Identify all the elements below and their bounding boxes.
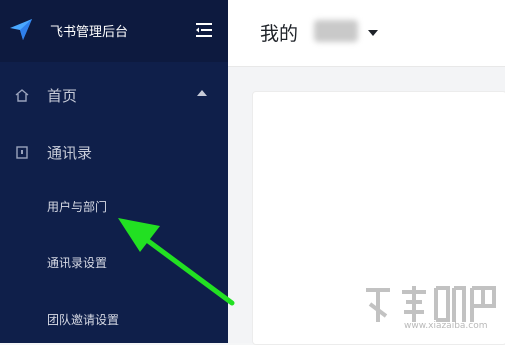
sidebar-item-label: 通讯录 xyxy=(47,144,93,162)
sidebar-item-home[interactable]: 首页 xyxy=(0,76,228,116)
sidebar-subitem-contacts-settings[interactable]: 通讯录设置 xyxy=(0,246,228,280)
contacts-icon xyxy=(16,146,28,159)
chevron-up-icon xyxy=(197,90,207,96)
topbar: 我的 xyxy=(228,0,505,67)
sidebar-item-label: 首页 xyxy=(47,87,78,105)
blurred-tenant-name xyxy=(314,20,358,42)
sidebar: 飞书管理后台 首页 通讯录 用户与部门 通讯录设置 团队邀请设置 xyxy=(0,0,228,343)
sidebar-subitem-label: 通讯录设置 xyxy=(47,256,108,270)
paper-plane-logo-icon xyxy=(10,19,32,40)
sidebar-subitem-label: 用户与部门 xyxy=(47,200,108,214)
menu-collapse-icon[interactable] xyxy=(194,22,214,38)
sidebar-subitem-users-departments[interactable]: 用户与部门 xyxy=(0,190,228,224)
sidebar-header: 飞书管理后台 xyxy=(0,0,228,62)
app-title: 飞书管理后台 xyxy=(50,25,129,40)
sidebar-item-contacts[interactable]: 通讯录 xyxy=(0,133,228,173)
watermark-url: www.xiazaiba.com xyxy=(404,321,488,331)
caret-down-icon[interactable] xyxy=(368,30,378,36)
home-icon xyxy=(15,89,29,102)
page-title: 我的 xyxy=(260,23,299,45)
sidebar-subitem-team-invite-settings[interactable]: 团队邀请设置 xyxy=(0,303,228,337)
sidebar-subitem-label: 团队邀请设置 xyxy=(47,313,120,327)
